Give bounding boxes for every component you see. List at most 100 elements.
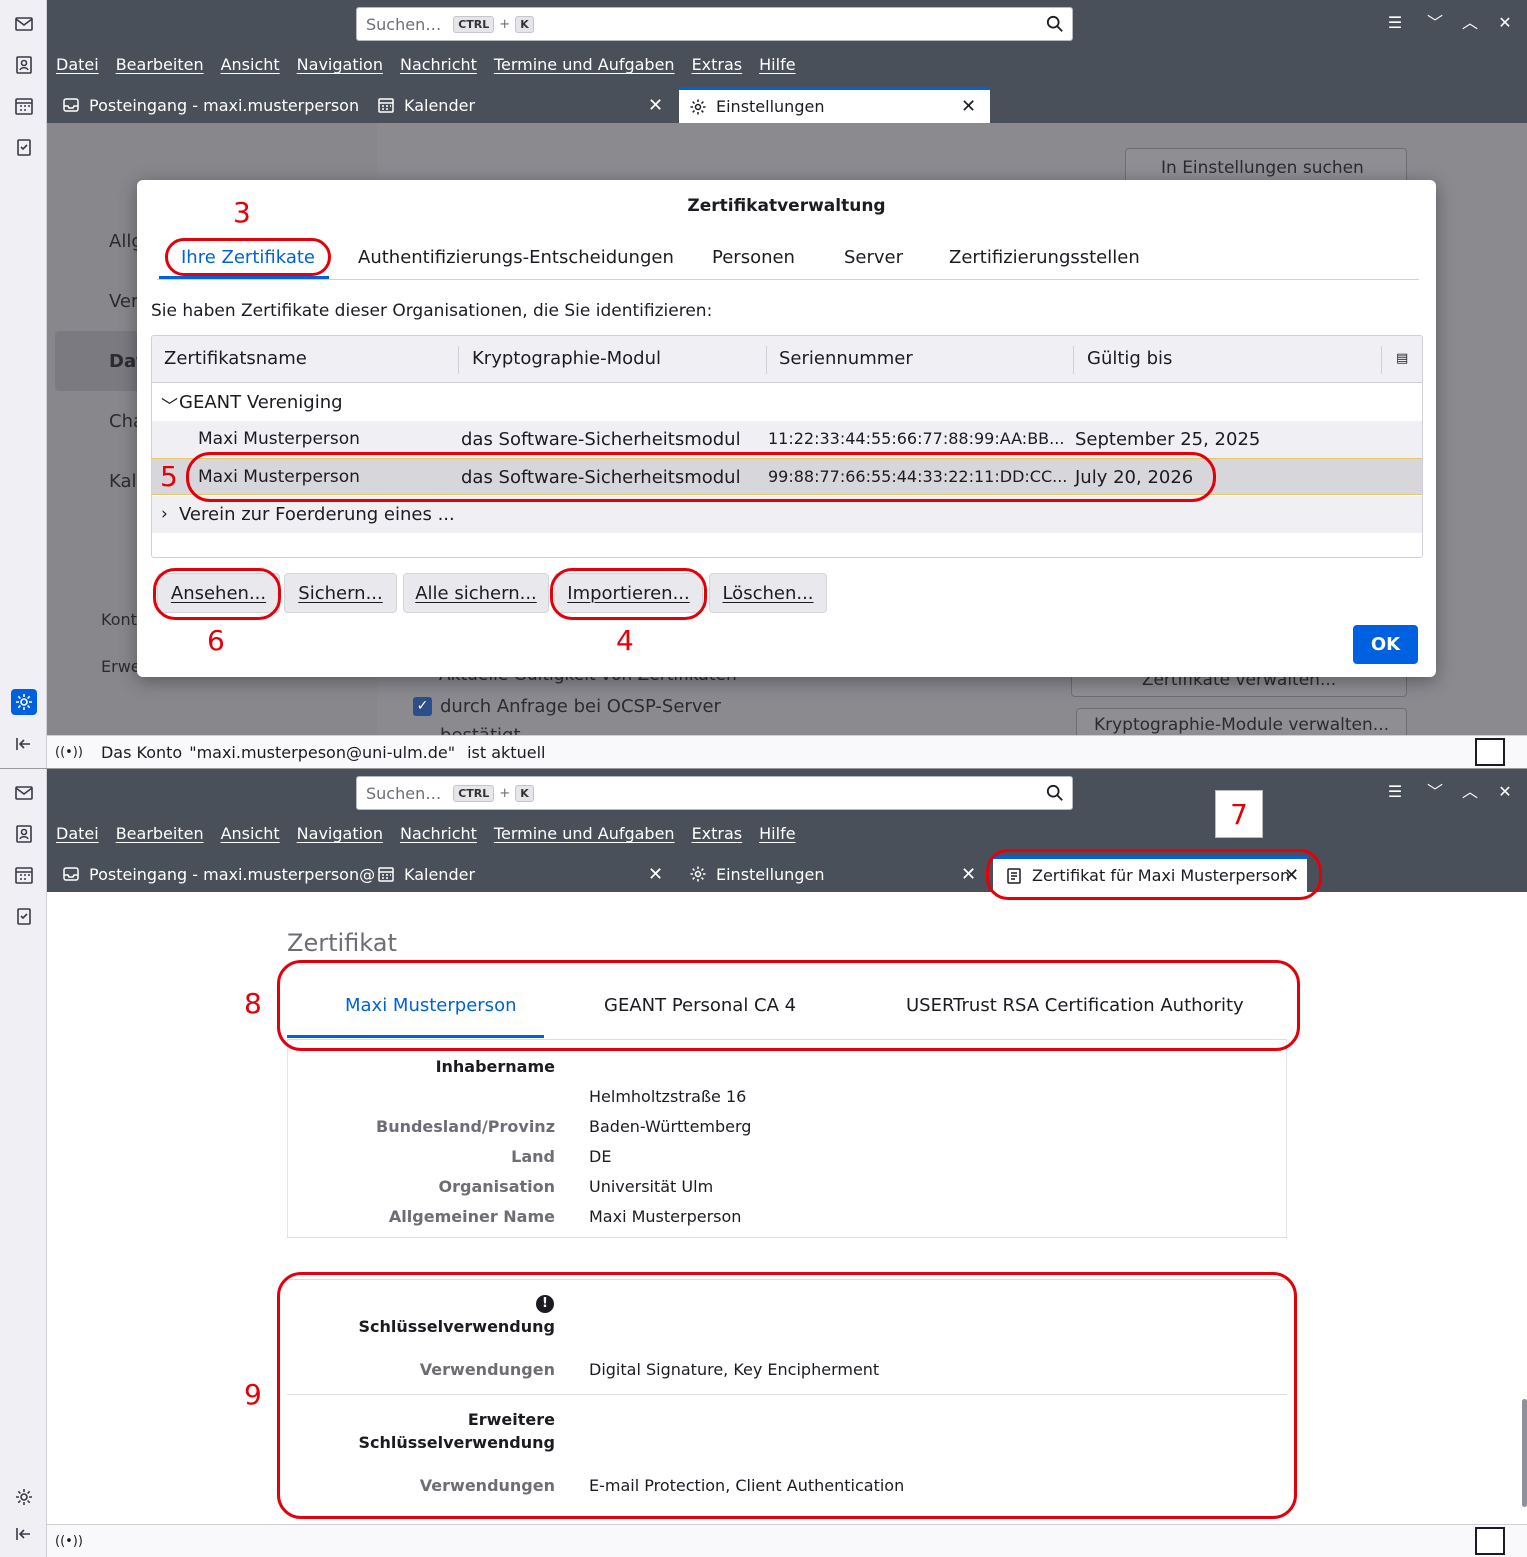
tab-settings-label: Einstellungen [716,97,825,116]
calendar-space-icon[interactable] [11,93,37,119]
tab-settings[interactable]: Einstellungen ✕ [679,87,990,123]
subject-heading: Inhabername [435,1057,555,1076]
menu-extras[interactable]: Extras [692,55,743,74]
mail-icon[interactable] [11,780,37,806]
menu-bearbeiten[interactable]: Bearbeiten [116,55,204,74]
calendar-space-icon[interactable] [11,862,37,888]
tab-inbox-prefix: Posteingang - [89,95,204,115]
menu-ansicht[interactable]: Ansicht [221,824,280,843]
tasks-icon[interactable] [11,903,37,929]
annotation-circle [277,960,1300,1051]
settings-space-icon[interactable] [11,689,37,715]
group-label: Verein zur Foerderung eines ... [179,504,455,525]
minimize-icon[interactable]: ﹀ [1424,781,1446,803]
resize-grip-icon[interactable] [1475,1527,1505,1555]
maximize-icon[interactable]: ︿ [1459,12,1481,34]
column-crypto-module[interactable]: Kryptographie-Modul [472,348,661,369]
column-serial[interactable]: Seriennummer [779,348,913,369]
app-menu-icon[interactable]: ☰ [1384,781,1406,803]
menu-ansicht[interactable]: Ansicht [221,55,280,74]
tab-calendar-label: Kalender [404,95,476,115]
tree-header: Zertifikatsname Kryptographie-Modul Seri… [152,336,1422,383]
tab-calendar-label: Kalender [404,864,476,884]
delete-button[interactable]: Löschen... [709,573,827,613]
title-bar: Suchen… CTRL + K ☰ ﹀ ︿ ✕ [47,0,1527,47]
subject-cn-label: Allgemeiner Name [388,1207,555,1226]
settings-search-placeholder: In Einstellungen suchen [1161,158,1364,178]
menu-datei[interactable]: Datei [56,55,99,74]
sidebar-item-compose[interactable]: Ver [109,291,138,312]
menu-nachricht[interactable]: Nachricht [400,55,477,74]
subject-street: Helmholtzstraße 16 [589,1087,747,1106]
tab-servers[interactable]: Server [844,247,903,268]
certificate-manager-dialog: Zertifikatverwaltung Ihre Zertifikate Au… [137,180,1436,677]
column-certificate-name[interactable]: Zertifikatsname [164,348,307,369]
tab-inbox[interactable]: Posteingang - maxi.musterperson@ [62,856,375,892]
inbox-icon [62,865,80,883]
ocsp-label: durch Anfrage bei OCSP-Server [440,696,721,717]
menu-navigation[interactable]: Navigation [297,55,383,74]
tab-calendar[interactable]: Kalender ✕ [377,856,667,892]
shortcut-plus: + [499,785,511,801]
close-window-icon[interactable]: ✕ [1494,781,1516,803]
menu-termine[interactable]: Termine und Aufgaben [494,55,675,74]
address-book-icon[interactable] [11,52,37,78]
gear-icon [689,98,707,116]
minimize-icon[interactable]: ﹀ [1424,12,1446,34]
close-tab-icon[interactable]: ✕ [648,95,663,116]
tab-people[interactable]: Personen [712,247,795,268]
collapse-spaces-icon[interactable] [11,731,37,757]
menu-hilfe[interactable]: Hilfe [759,55,795,74]
menu-bearbeiten[interactable]: Bearbeiten [116,824,204,843]
maximize-icon[interactable]: ︿ [1459,781,1481,803]
sidebar-item-addons[interactable]: Erwe [101,657,141,676]
annotation-9: 9 [244,1378,262,1411]
tab-inbox[interactable]: Posteingang - maxi.musterperson [62,87,359,123]
resize-grip-icon[interactable] [1475,738,1505,766]
settings-space-icon[interactable] [11,1484,37,1510]
annotation-circle [986,849,1322,900]
title-bar: Suchen… CTRL + K ☰ ﹀ ︿ ✕ [47,769,1527,816]
tab-authorities[interactable]: Zertifizierungsstellen [949,247,1140,268]
backup-all-button[interactable]: Alle sichern... [403,573,549,613]
column-picker-icon[interactable]: ▤ [1396,351,1408,366]
backup-button[interactable]: Sichern... [284,573,397,613]
tab-authentication-decisions[interactable]: Authentifizierungs-Entscheidungen [358,247,674,268]
close-window-icon[interactable]: ✕ [1494,12,1516,34]
tree-group[interactable]: ﹀ GEANT Vereniging [152,384,1422,421]
menu-nachricht[interactable]: Nachricht [400,824,477,843]
scrollbar-thumb[interactable] [1522,1399,1527,1507]
subject-country: DE [589,1147,612,1166]
menu-navigation[interactable]: Navigation [297,824,383,843]
app-menu-icon[interactable]: ☰ [1384,12,1406,34]
menu-extras[interactable]: Extras [692,824,743,843]
close-tab-icon[interactable]: ✕ [961,96,976,117]
tab-bar: Posteingang - maxi.musterperson Kalender… [47,82,1527,123]
close-tab-icon[interactable]: ✕ [648,864,663,885]
collapse-spaces-icon[interactable] [11,1521,37,1547]
menu-datei[interactable]: Datei [56,824,99,843]
close-tab-icon[interactable]: ✕ [961,864,976,885]
address-book-icon[interactable] [11,821,37,847]
dialog-description: Sie haben Zertifikate dieser Organisatio… [151,301,713,321]
search-icon [1046,784,1063,801]
tasks-icon[interactable] [11,134,37,160]
spaces-toolbar [0,0,47,768]
ocsp-checkbox[interactable]: ✓ [413,697,432,716]
sidebar-item-accounts[interactable]: Kont [101,610,137,629]
dialog-title: Zertifikatverwaltung [687,196,886,216]
global-search-input[interactable]: Suchen… CTRL + K [356,7,1073,41]
certificate-tree: Zertifikatsname Kryptographie-Modul Seri… [151,335,1423,558]
column-valid-until[interactable]: Gültig bis [1087,348,1172,369]
tab-settings[interactable]: Einstellungen ✕ [689,856,990,892]
tab-calendar[interactable]: Kalender ✕ [377,87,667,123]
status-bar: ((•)) [47,1524,1527,1557]
chevron-down-icon: ﹀ [161,397,178,417]
menu-hilfe[interactable]: Hilfe [759,824,795,843]
menu-termine[interactable]: Termine und Aufgaben [494,824,675,843]
mail-icon[interactable] [11,11,37,37]
sidebar-item-calendar[interactable]: Kal [109,471,137,492]
ok-button[interactable]: OK [1353,625,1418,664]
status-suffix: ist aktuell [467,742,546,762]
global-search-input[interactable]: Suchen… CTRL + K [356,776,1073,810]
